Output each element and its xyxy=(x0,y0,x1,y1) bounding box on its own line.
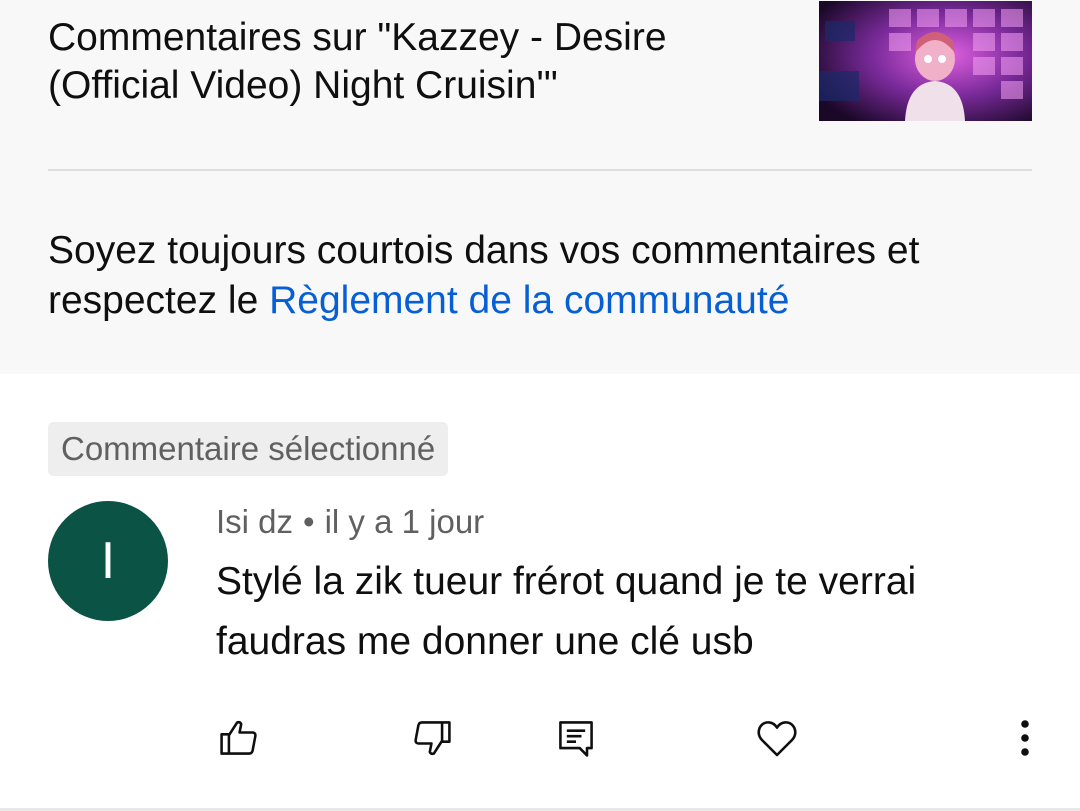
video-title: Commentaires sur "Kazzey - Desire (Offic… xyxy=(48,14,788,110)
thumb-down-icon xyxy=(414,721,451,756)
video-title-line1: Commentaires sur "Kazzey - Desire xyxy=(48,16,667,59)
video-thumbnail[interactable] xyxy=(819,1,1032,121)
more-options-button[interactable] xyxy=(997,710,1053,766)
like-button[interactable] xyxy=(211,710,267,766)
meta-separator: • xyxy=(303,503,315,540)
heart-button[interactable] xyxy=(749,710,805,766)
selected-comment-badge: Commentaire sélectionné xyxy=(48,422,449,476)
reply-button[interactable] xyxy=(548,710,604,766)
comments-header: Commentaires sur "Kazzey - Desire (Offic… xyxy=(0,0,1080,374)
thumbnail-image xyxy=(819,1,1032,121)
comment-text: Stylé la zik tueur frérot quand je te ve… xyxy=(216,560,917,663)
dislike-button[interactable] xyxy=(404,710,460,766)
community-guidelines-link[interactable]: Règlement de la communauté xyxy=(269,279,789,322)
comment-author[interactable]: Isi dz xyxy=(216,503,293,540)
more-vert-icon xyxy=(1021,720,1029,756)
comment-time: il y a 1 jour xyxy=(324,503,485,540)
avatar[interactable]: I xyxy=(48,501,168,621)
reply-icon xyxy=(559,721,593,757)
heart-icon xyxy=(757,721,797,757)
header-divider xyxy=(48,169,1032,171)
video-title-line2: (Official Video) Night Cruisin'" xyxy=(48,64,558,107)
comment-meta: Isi dz • il y a 1 jour xyxy=(216,502,484,542)
community-guidelines-notice: Soyez toujours courtois dans vos comment… xyxy=(48,226,1038,326)
thumb-up-icon xyxy=(220,720,257,755)
